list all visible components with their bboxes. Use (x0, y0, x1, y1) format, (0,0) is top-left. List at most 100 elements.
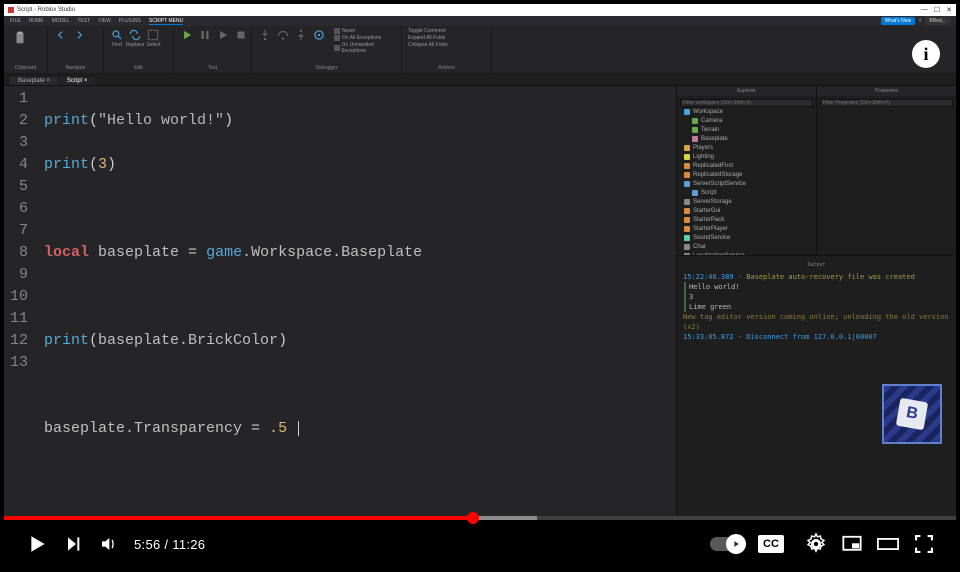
window-titlebar: Script - Roblox Studio — ☐ ✕ (4, 4, 956, 16)
minimize-button[interactable]: — (921, 6, 928, 14)
tree-item[interactable]: Script (680, 188, 813, 197)
replace-label: Replace (126, 42, 144, 48)
volume-button[interactable] (90, 526, 126, 562)
action-opt[interactable]: Toggle Comment (408, 28, 446, 34)
step-out-icon[interactable] (294, 28, 308, 42)
properties-title: Properties (817, 86, 956, 96)
tree-item[interactable]: Camera (680, 116, 813, 125)
tree-item[interactable]: ServerScriptService (680, 179, 813, 188)
step-over-icon[interactable] (276, 28, 290, 42)
tree-item[interactable]: SoundService (680, 233, 813, 242)
tree-label: ServerStorage (693, 198, 732, 206)
watermark-letter: B (896, 398, 928, 430)
output-line: 3 (684, 292, 950, 302)
tree-item[interactable]: ReplicatedStorage (680, 170, 813, 179)
ribbon-toolbar: Clipboard Navigate Find Replace (4, 26, 956, 74)
tree-item[interactable]: StarterPack (680, 215, 813, 224)
fullscreen-button[interactable] (906, 526, 942, 562)
close-button[interactable]: ✕ (946, 6, 952, 14)
captions-button[interactable]: CC (758, 535, 784, 553)
theater-button[interactable] (870, 526, 906, 562)
back-icon[interactable] (54, 28, 68, 42)
channel-watermark[interactable]: B (882, 384, 942, 444)
select-icon[interactable] (146, 28, 160, 42)
next-button[interactable] (54, 526, 90, 562)
debug-opt[interactable]: On All Exceptions (342, 35, 381, 41)
tree-item[interactable]: ReplicatedFirst (680, 161, 813, 170)
miniplayer-button[interactable] (834, 526, 870, 562)
replace-icon[interactable] (128, 28, 142, 42)
tree-label: Terrain (701, 126, 719, 134)
tree-label: ReplicatedFirst (693, 162, 733, 170)
output-line: - Disconnect from 127.0.0.1|60007 (734, 333, 877, 341)
tree-item[interactable]: Baseplate (680, 134, 813, 143)
code-body[interactable]: print("Hello world!") print(3) local bas… (34, 86, 676, 516)
tree-label: StarterGui (693, 207, 720, 215)
resume-icon[interactable] (216, 28, 230, 42)
find-label: Find (112, 42, 122, 48)
text-cursor (298, 421, 299, 436)
explorer-tree[interactable]: WorkspaceCameraTerrainBaseplatePlayersLi… (680, 107, 813, 255)
tab-model[interactable]: MODEL (52, 18, 70, 24)
doctab-baseplate[interactable]: Baseplate × (10, 77, 58, 85)
paste-icon[interactable] (10, 28, 30, 48)
code-editor[interactable]: 12345678910111213 print("Hello world!") … (4, 86, 676, 516)
step-into-icon[interactable] (258, 28, 272, 42)
tab-scriptmenu[interactable]: SCRIPT MENU (149, 18, 183, 25)
tree-icon (684, 226, 690, 232)
tree-item[interactable]: Workspace (680, 107, 813, 116)
ribbon-tabs: FILE HOME MODEL TEST VIEW PLUGINS SCRIPT… (4, 16, 956, 26)
tree-item[interactable]: Players (680, 143, 813, 152)
output-title: Output (683, 260, 950, 270)
ribbon-group-label: Edit (110, 65, 167, 71)
explorer-filter[interactable] (680, 99, 813, 107)
output-line: Hello world! (684, 282, 950, 292)
tree-icon (692, 136, 698, 142)
tree-label: ReplicatedStorage (693, 171, 742, 179)
forward-icon[interactable] (72, 28, 86, 42)
debug-opt[interactable]: Never (342, 28, 355, 34)
tree-label: Baseplate (701, 135, 728, 143)
output-line: 15:33:05.872 (683, 333, 734, 341)
doctab-script[interactable]: Script × (59, 77, 96, 85)
find-icon[interactable] (110, 28, 124, 42)
tree-item[interactable]: LocalizationService (680, 251, 813, 255)
user-badge[interactable]: BRed... (925, 17, 950, 25)
output-line: Lime green (684, 302, 950, 312)
tree-item[interactable]: Chat (680, 242, 813, 251)
debug-opt[interactable]: On Unhandled Exceptions (342, 42, 395, 54)
tab-test[interactable]: TEST (77, 18, 90, 24)
play-button[interactable] (18, 526, 54, 562)
stop-icon[interactable] (234, 28, 248, 42)
tree-icon (684, 253, 690, 256)
share-icon[interactable]: ⇪ (918, 18, 922, 24)
tab-home[interactable]: HOME (29, 18, 44, 24)
document-tabs: Baseplate × Script × (4, 74, 956, 86)
maximize-button[interactable]: ☐ (934, 6, 940, 14)
tree-icon (692, 190, 698, 196)
tree-label: Script (701, 189, 716, 197)
select-label: Select (146, 42, 160, 48)
ribbon-group-label: Actions (408, 65, 485, 71)
action-opt[interactable]: Expand All Folds (408, 35, 445, 41)
autoplay-toggle[interactable] (710, 537, 744, 551)
tree-label: Workspace (693, 108, 723, 116)
settings-button[interactable] (798, 526, 834, 562)
tree-item[interactable]: ServerStorage (680, 197, 813, 206)
whatsnew-button[interactable]: What's New (881, 17, 916, 25)
play-icon[interactable] (180, 28, 194, 42)
tab-plugins[interactable]: PLUGINS (119, 18, 141, 24)
tab-file[interactable]: FILE (10, 18, 21, 24)
ribbon-group-label: Test (180, 65, 245, 71)
tab-view[interactable]: VIEW (98, 18, 111, 24)
tree-item[interactable]: StarterGui (680, 206, 813, 215)
properties-filter[interactable] (820, 99, 953, 107)
tree-item[interactable]: Lighting (680, 152, 813, 161)
action-opt[interactable]: Collapse All Folds (408, 42, 448, 48)
right-dock: Explorer WorkspaceCameraTerrainBaseplate… (676, 86, 956, 516)
pause-icon[interactable] (198, 28, 212, 42)
tree-item[interactable]: Terrain (680, 125, 813, 134)
tree-item[interactable]: StarterPlayer (680, 224, 813, 233)
info-icon[interactable]: i (912, 40, 940, 68)
watch-icon[interactable] (312, 28, 326, 42)
